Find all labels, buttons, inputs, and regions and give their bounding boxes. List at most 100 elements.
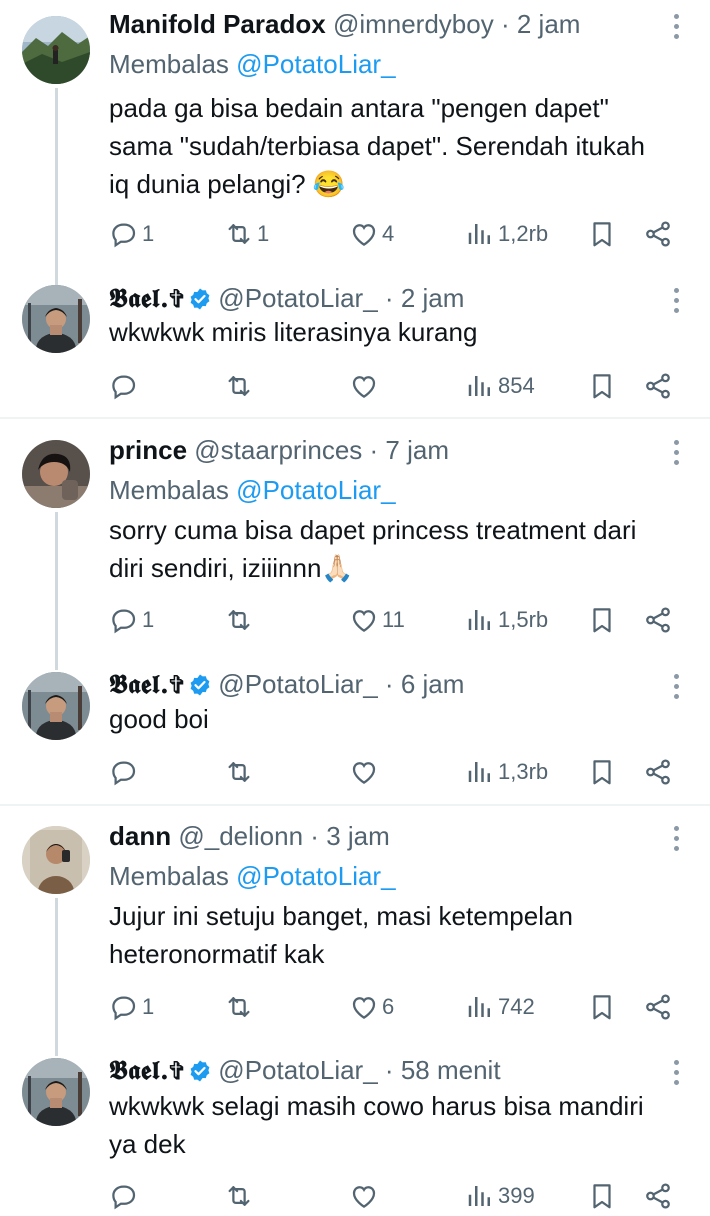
avatar[interactable] (22, 440, 90, 508)
more-options-icon[interactable] (672, 826, 680, 851)
timestamp[interactable]: 7 jam (385, 435, 449, 465)
action-bar: 1,3rb (109, 752, 689, 792)
share-button[interactable] (643, 600, 673, 640)
views-button[interactable]: 742 (465, 987, 535, 1027)
bookmark-button[interactable] (587, 987, 617, 1027)
repost-button[interactable]: 1 (224, 214, 269, 254)
share-button[interactable] (643, 366, 673, 406)
reply-count: 1 (142, 994, 155, 1019)
author-name[interactable]: prince (109, 435, 187, 465)
share-button[interactable] (643, 214, 673, 254)
bookmark-button[interactable] (587, 600, 617, 640)
action-bar: 854 (109, 366, 689, 406)
views-icon (465, 992, 495, 1022)
timestamp[interactable]: 2 jam (401, 283, 465, 313)
author-handle[interactable]: @PotatoLiar_ (218, 1055, 377, 1085)
reply-feed: Manifold Paradox @imnerdyboy · 2 jam Memb… (0, 0, 710, 1210)
avatar[interactable] (22, 16, 90, 84)
timestamp[interactable]: 6 jam (401, 669, 465, 699)
views-button[interactable]: 399 (465, 1176, 535, 1216)
replying-to: Membalas @PotatoLiar_ (109, 474, 396, 506)
repost-button[interactable] (224, 752, 257, 792)
like-count: 6 (382, 994, 395, 1019)
views-count: 1,3rb (498, 759, 549, 784)
repost-button[interactable] (224, 987, 257, 1027)
like-icon (349, 1181, 379, 1211)
repost-button[interactable] (224, 1176, 257, 1216)
share-icon (643, 1181, 673, 1211)
tweet-text: Jujur ini setuju banget, masi ketempelan… (109, 901, 573, 969)
like-button[interactable] (349, 752, 382, 792)
views-icon (465, 371, 495, 401)
reply-button[interactable] (109, 1176, 142, 1216)
like-button[interactable] (349, 1176, 382, 1216)
like-icon (349, 757, 379, 787)
author-name[interactable]: dann (109, 821, 171, 851)
more-options-icon[interactable] (672, 1060, 680, 1085)
author-handle[interactable]: @imnerdyboy (333, 9, 494, 39)
like-button[interactable]: 6 (349, 987, 394, 1027)
tweet-text: good boi (109, 704, 209, 734)
author-name[interactable]: 𝕭𝖆𝖊𝖑.✞ (109, 284, 184, 314)
repost-icon (224, 605, 254, 635)
more-options-icon[interactable] (672, 440, 680, 465)
author-handle[interactable]: @PotatoLiar_ (218, 283, 377, 313)
repost-button[interactable] (224, 366, 257, 406)
timestamp[interactable]: 3 jam (326, 821, 390, 851)
replying-to: Membalas @PotatoLiar_ (109, 860, 396, 892)
bookmark-icon (587, 992, 617, 1022)
like-button[interactable]: 11 (349, 600, 405, 640)
mention-link[interactable]: @PotatoLiar_ (236, 861, 395, 891)
repost-button[interactable] (224, 600, 257, 640)
views-count: 1,2rb (498, 221, 549, 246)
separator-dot: · (384, 669, 394, 699)
views-button[interactable]: 1,3rb (465, 752, 548, 792)
author-handle[interactable]: @staarprinces (194, 435, 362, 465)
more-options-icon[interactable] (672, 674, 680, 699)
timestamp[interactable]: 58 menit (401, 1055, 501, 1085)
bookmark-button[interactable] (587, 1176, 617, 1216)
timestamp[interactable]: 2 jam (517, 9, 581, 39)
repost-icon (224, 992, 254, 1022)
mention-link[interactable]: @PotatoLiar_ (236, 49, 395, 79)
reply-button[interactable]: 1 (109, 987, 154, 1027)
reply-button[interactable] (109, 752, 142, 792)
reply-button[interactable] (109, 366, 142, 406)
author-handle[interactable]: @PotatoLiar_ (218, 669, 377, 699)
like-button[interactable]: 4 (349, 214, 394, 254)
author-name[interactable]: 𝕭𝖆𝖊𝖑.✞ (109, 670, 184, 700)
repost-icon (224, 757, 254, 787)
reply-button[interactable]: 1 (109, 214, 154, 254)
share-icon (643, 992, 673, 1022)
views-icon (465, 219, 495, 249)
more-options-icon[interactable] (672, 288, 680, 313)
mention-link[interactable]: @PotatoLiar_ (236, 475, 395, 505)
avatar[interactable] (22, 672, 90, 740)
views-button[interactable]: 1,5rb (465, 600, 548, 640)
bookmark-button[interactable] (587, 214, 617, 254)
replying-prefix: Membalas (109, 49, 229, 79)
share-button[interactable] (643, 987, 673, 1027)
thread-line (55, 88, 58, 286)
avatar[interactable] (22, 1058, 90, 1126)
share-button[interactable] (643, 1176, 673, 1216)
tweet-header: 𝕭𝖆𝖊𝖑.✞ @PotatoLiar_ · 58 menit (109, 1054, 640, 1090)
avatar[interactable] (22, 285, 90, 353)
reply-button[interactable]: 1 (109, 600, 154, 640)
author-handle[interactable]: @_delionn (178, 821, 303, 851)
thread-line (55, 898, 58, 1056)
avatar[interactable] (22, 826, 90, 894)
author-name[interactable]: Manifold Paradox (109, 9, 326, 39)
author-name[interactable]: 𝕭𝖆𝖊𝖑.✞ (109, 1056, 184, 1086)
more-options-icon[interactable] (672, 14, 680, 39)
share-button[interactable] (643, 752, 673, 792)
views-button[interactable]: 854 (465, 366, 535, 406)
repost-icon (224, 371, 254, 401)
like-button[interactable] (349, 366, 382, 406)
bookmark-button[interactable] (587, 366, 617, 406)
reply-icon (109, 605, 139, 635)
action-bar: 1 1 4 1,2rb (109, 214, 689, 254)
views-button[interactable]: 1,2rb (465, 214, 548, 254)
separator-dot: · (369, 435, 379, 465)
bookmark-button[interactable] (587, 752, 617, 792)
